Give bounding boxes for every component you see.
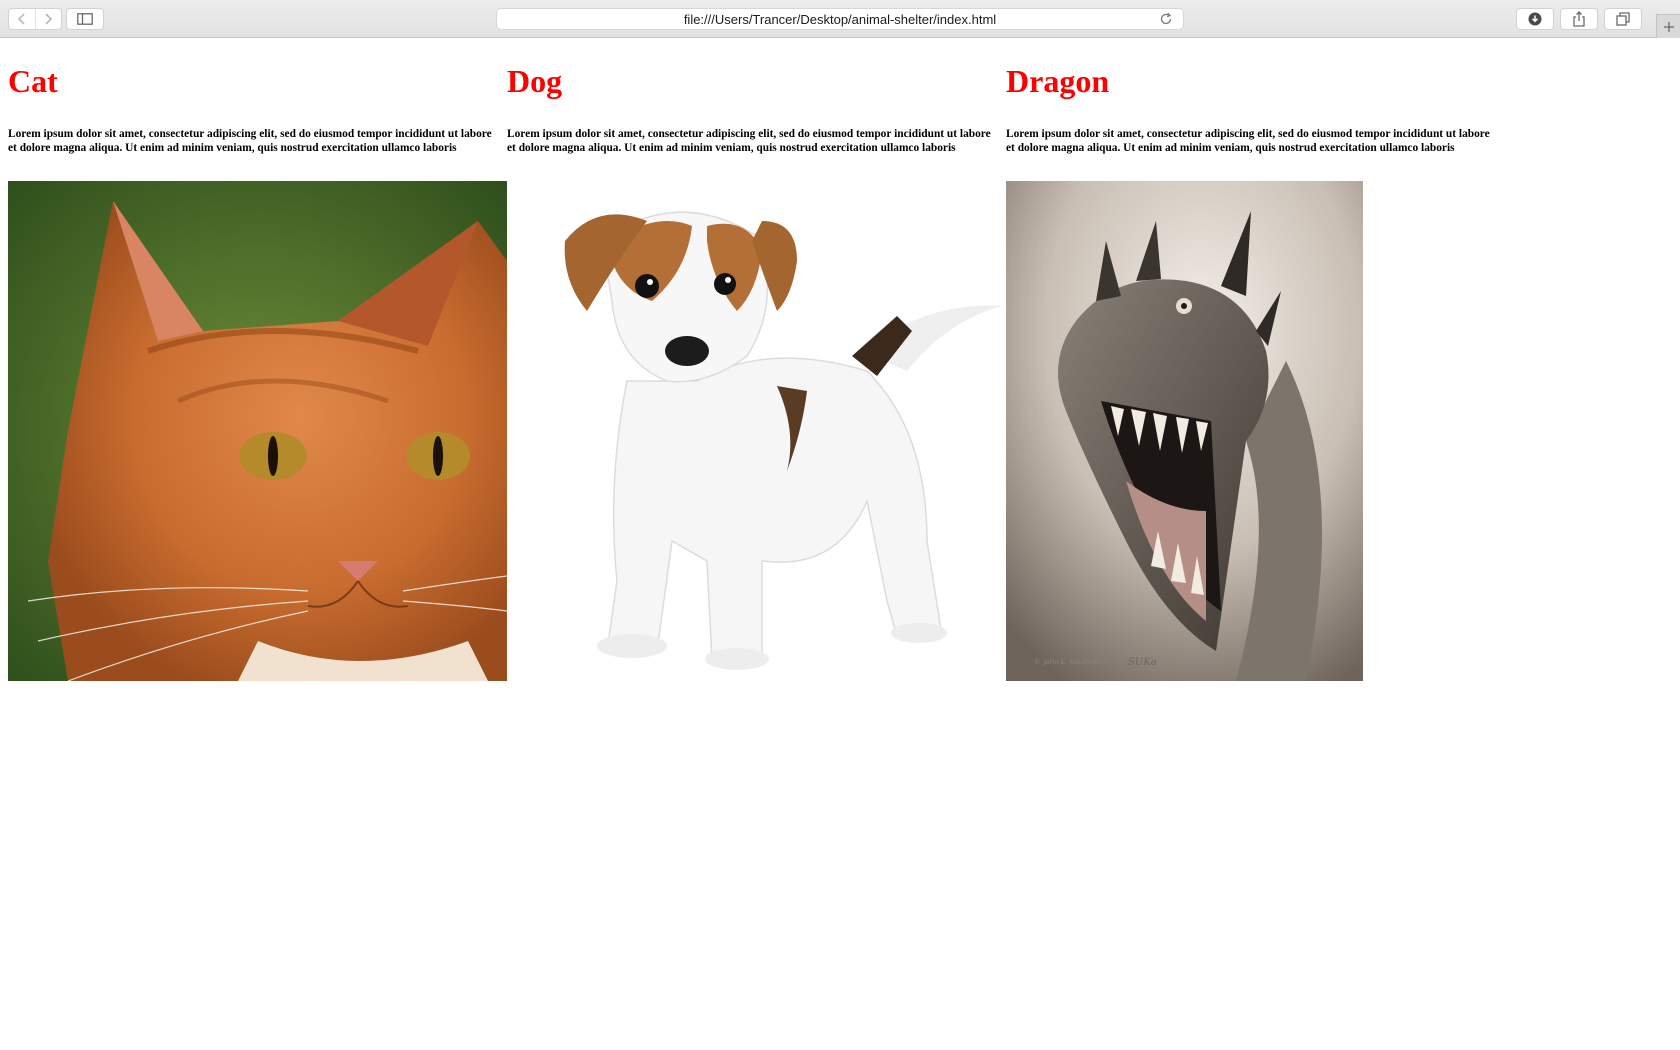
animal-description: Lorem ipsum dolor sit amet, consectetur … (8, 128, 492, 154)
downloads-button[interactable] (1516, 8, 1554, 30)
dragon-image: © John E. Kaufmann SUKa (1006, 181, 1363, 686)
forward-button[interactable] (34, 9, 62, 29)
url-text: file:///Users/Trancer/Desktop/animal-she… (683, 11, 997, 27)
animal-description: Lorem ipsum dolor sit amet, consectetur … (507, 128, 991, 154)
browser-toolbar: file:///Users/Trancer/Desktop/animal-she… (0, 0, 1680, 38)
svg-text:SUKa: SUKa (1128, 657, 1157, 668)
animal-description: Lorem ipsum dolor sit amet, consectetur … (1006, 128, 1490, 154)
sidebar-button[interactable] (66, 8, 104, 30)
animal-heading: Dragon (1006, 63, 1110, 99)
share-icon (1573, 11, 1585, 27)
reload-button[interactable] (1159, 12, 1173, 29)
tabs-overview-icon (1616, 12, 1630, 26)
download-icon (1528, 12, 1542, 26)
chevron-right-icon (45, 13, 53, 25)
dog-image (507, 181, 1006, 686)
share-button[interactable] (1560, 8, 1598, 30)
address-bar[interactable]: file:///Users/Trancer/Desktop/animal-she… (496, 8, 1184, 30)
cat-image (8, 181, 508, 686)
back-button[interactable] (9, 9, 35, 29)
plus-icon (1663, 21, 1674, 32)
nav-buttons (8, 8, 62, 30)
new-tab-button[interactable] (1656, 14, 1680, 38)
reload-icon (1160, 12, 1172, 25)
sidebar-icon (77, 13, 93, 25)
animal-heading: Cat (8, 63, 58, 99)
tabs-overview-button[interactable] (1604, 8, 1642, 30)
animal-heading: Dog (507, 63, 563, 99)
svg-text:© John E. Kaufmann: © John E. Kaufmann (1034, 658, 1105, 666)
chevron-left-icon (17, 13, 25, 25)
